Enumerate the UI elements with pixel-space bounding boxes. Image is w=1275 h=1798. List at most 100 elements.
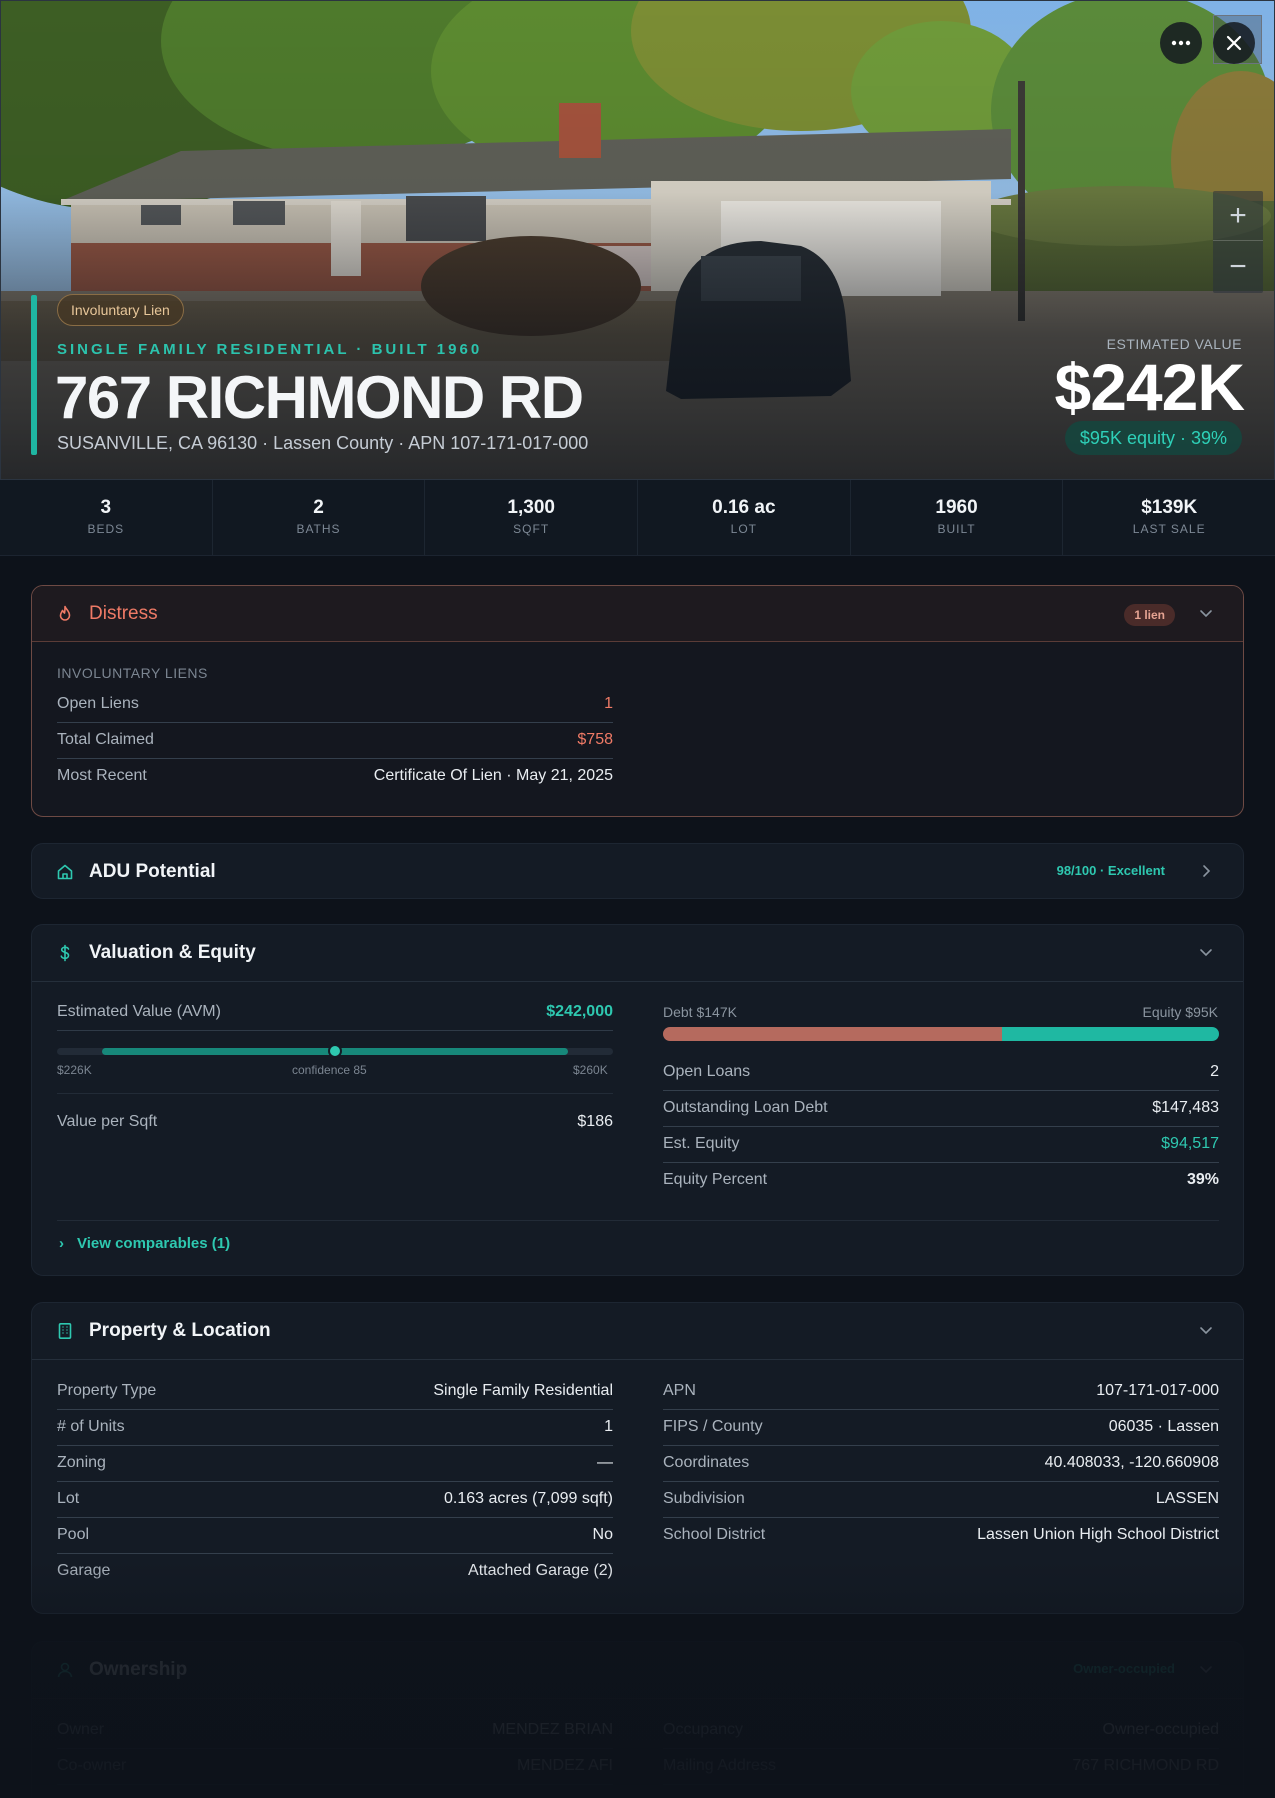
stat-lot: 0.16 ac LOT (638, 480, 851, 555)
distress-title: Distress (89, 603, 158, 624)
ownership-header[interactable]: Ownership Owner-occupied (32, 1642, 1243, 1698)
stats-bar: 3 BEDS 2 BATHS 1,300 SQFT 0.16 ac LOT 1960 BUILT $… (0, 480, 1275, 556)
valuation-header[interactable]: Valuation & Equity (32, 925, 1243, 981)
ownership-divider (32, 1698, 1243, 1699)
kv-value: 1 (604, 1418, 613, 1435)
more-button[interactable] (1160, 22, 1202, 64)
ppsf-row: Value per Sqft $186 (57, 1105, 613, 1141)
kv-row: Total Claimed $758 (57, 723, 613, 759)
kv-value: MENDEZ BRIAN (492, 1721, 613, 1738)
kv-value: 06035 · Lassen (1108, 1418, 1219, 1435)
kv-row: Est. Equity $94,517 (663, 1127, 1219, 1163)
kv-row: APN 107-171-017-000 (663, 1374, 1219, 1410)
stat-label: SQFT (513, 522, 550, 536)
kv-key: Garage (57, 1562, 111, 1579)
stat-last-sale: $139K LAST SALE (1063, 480, 1275, 555)
involuntary-liens-caption: INVOLUNTARY LIENS (57, 665, 208, 681)
kv-value: $758 (577, 731, 613, 748)
kv-key: Outstanding Loan Debt (663, 1099, 828, 1116)
kv-key: Coordinates (663, 1454, 750, 1471)
kv-row: FIPS / County 06035 · Lassen (663, 1410, 1219, 1446)
hero-accent-bar (31, 295, 37, 455)
dollar-icon (60, 944, 70, 962)
kv-row: Owner MENDEZ BRIAN (57, 1713, 613, 1749)
map-zoom-controls: + − (1213, 191, 1263, 293)
equity-label: Equity $95K (1142, 1004, 1219, 1020)
home-icon (57, 864, 73, 880)
stat-label: LAST SALE (1132, 522, 1206, 536)
ppsf-label: Value per Sqft (57, 1113, 158, 1130)
kv-key: Lot (57, 1490, 80, 1507)
kv-value: 2 (1210, 1063, 1219, 1080)
kv-key: Open Liens (57, 695, 139, 712)
kv-value: 107-171-017-000 (1096, 1382, 1219, 1399)
kv-row: Mailing Address 767 RICHMOND RD (663, 1749, 1219, 1785)
stat-value: 1,300 (507, 497, 555, 518)
avm-range-low: $226K (57, 1063, 92, 1077)
more-icon (1171, 40, 1191, 46)
chevron-down-icon[interactable] (1197, 604, 1215, 622)
stat-value: $139K (1141, 497, 1198, 518)
distress-header[interactable]: Distress 1 lien (32, 586, 1243, 642)
kv-key: Est. Equity (663, 1135, 740, 1152)
avm-range-high: $260K (573, 1063, 608, 1077)
kv-value: Owner-occupied (1102, 1721, 1220, 1738)
adu-title: ADU Potential (89, 861, 216, 882)
kv-row: School District Lassen Union High School … (663, 1518, 1219, 1554)
kv-value: Attached Garage (2) (468, 1562, 613, 1579)
stat-label: LOT (730, 522, 758, 536)
property-location-card: Property & Location Property Type Single … (31, 1302, 1244, 1614)
kv-value: $147,483 (1152, 1099, 1219, 1116)
kv-row: Coordinates 40.408033, -120.660908 (663, 1446, 1219, 1482)
close-icon (1226, 35, 1242, 51)
property-address: SUSANVILLE, CA 96130 · Lassen County · A… (57, 433, 589, 453)
stat-sqft: 1,300 SQFT (425, 480, 639, 555)
view-comparables-link[interactable]: › View comparables (1) (59, 1235, 230, 1252)
kv-key: Equity Percent (663, 1171, 768, 1188)
kv-key: School District (663, 1526, 766, 1543)
kv-row: Zoning — (57, 1446, 613, 1482)
kv-key: Most Recent (57, 767, 147, 784)
kv-row: Garage Attached Garage (2) (57, 1554, 613, 1590)
chevron-right-icon[interactable] (1197, 862, 1215, 880)
occupancy-badge: Owner-occupied (1073, 1661, 1175, 1676)
ownership-card: Ownership Owner-occupied Owner MENDEZ BRI… (31, 1641, 1244, 1798)
kv-row: Outstanding Loan Debt $147,483 (663, 1091, 1219, 1127)
kv-value: — (597, 1454, 613, 1471)
zoom-in-button[interactable]: + (1213, 191, 1263, 241)
stat-value: 0.16 ac (712, 497, 776, 518)
stat-value: 2 (313, 497, 324, 518)
kv-value: 767 RICHMOND RD (1072, 1757, 1219, 1774)
chevron-down-icon[interactable] (1197, 1321, 1215, 1339)
kv-value: No (592, 1526, 613, 1543)
estimated-value: $242K (1054, 350, 1245, 424)
valuation-equity-card: Valuation & Equity Estimated Value (AVM)… (31, 924, 1244, 1276)
debt-segment (663, 1027, 1003, 1041)
kv-key: Co-owner (57, 1757, 127, 1774)
equity-pill: $95K equity · 39% (1064, 421, 1242, 455)
property-header[interactable]: Property & Location (32, 1303, 1243, 1359)
close-button[interactable] (1213, 22, 1255, 64)
view-comparables-label: View comparables (1) (77, 1235, 231, 1252)
user-icon (57, 1662, 73, 1678)
kv-row: Co-owner MENDEZ AFI (57, 1749, 613, 1785)
stat-label: BEDS (87, 522, 125, 536)
avm-estimate-marker (328, 1044, 342, 1058)
valuation-title: Valuation & Equity (89, 942, 256, 963)
adu-score: 98/100 · Excellent (1056, 863, 1165, 878)
stat-value: 3 (100, 497, 112, 518)
chevron-down-icon[interactable] (1197, 943, 1215, 961)
kv-row: Occupancy Owner-occupied (663, 1713, 1219, 1749)
kv-row: Open Liens 1 (57, 687, 613, 723)
chevron-right-icon: › (59, 1235, 64, 1252)
ppsf-value: $186 (577, 1113, 613, 1130)
chevron-down-icon[interactable] (1197, 1660, 1215, 1678)
stat-label: BATHS (296, 522, 341, 536)
kv-key: Pool (57, 1526, 90, 1543)
adu-potential-card[interactable]: ADU Potential 98/100 · Excellent (31, 843, 1244, 899)
kv-value: 39% (1186, 1171, 1219, 1188)
kv-row: Open Loans 2 (663, 1055, 1219, 1091)
flame-icon (59, 605, 71, 621)
kv-value: Certificate Of Lien · May 21, 2025 (373, 767, 613, 784)
zoom-out-button[interactable]: − (1213, 242, 1263, 292)
